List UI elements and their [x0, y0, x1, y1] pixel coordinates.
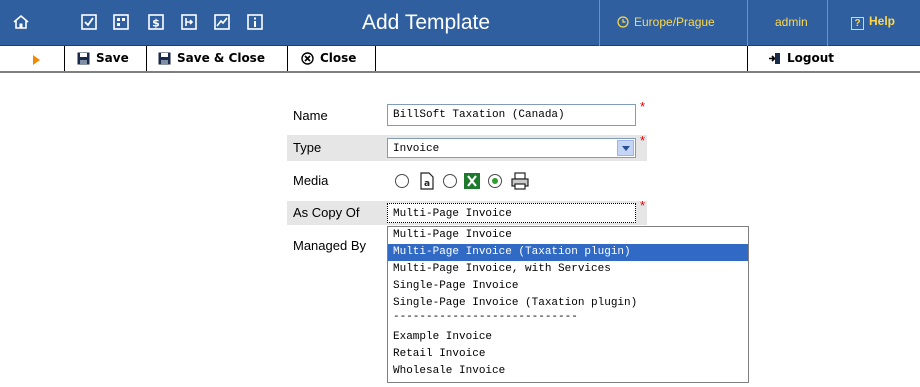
dropdown-option[interactable]: Example Invoice — [388, 329, 748, 346]
top-header: $ Add Template Europe/Prague admin ? Help — [0, 0, 920, 46]
type-value: Invoice — [393, 143, 440, 155]
type-label: Type — [293, 140, 322, 155]
user-link[interactable]: admin — [775, 15, 808, 29]
header-divider — [827, 0, 828, 46]
dropdown-option-selected[interactable]: Multi-Page Invoice (Taxation plugin) — [388, 244, 748, 261]
toolbar-divider — [747, 46, 748, 71]
logout-label: Logout — [787, 51, 835, 65]
header-divider — [599, 0, 600, 46]
printer-icon — [511, 172, 529, 190]
close-button[interactable]: Close — [301, 51, 356, 65]
save-close-label: Save & Close — [177, 51, 265, 65]
dropdown-option[interactable]: Multi-Page Invoice — [388, 227, 748, 244]
floppy-icon — [77, 52, 90, 64]
media-label: Media — [293, 173, 329, 188]
required-marker: * — [640, 133, 646, 148]
toolbar-divider — [375, 46, 376, 71]
name-input[interactable] — [387, 104, 636, 126]
required-marker: * — [640, 99, 646, 114]
as-copy-of-select[interactable]: Multi-Page Invoice — [387, 203, 636, 223]
dropdown-option[interactable]: Single-Page Invoice (Taxation plugin) — [388, 295, 748, 312]
chevron-down-icon[interactable] — [617, 140, 634, 156]
timezone-label: Europe/Prague — [634, 15, 715, 29]
timezone-link[interactable]: Europe/Prague — [617, 15, 715, 29]
type-select[interactable]: Invoice — [387, 138, 636, 158]
clock-icon — [617, 16, 629, 28]
dropdown-option[interactable]: Wholesale Invoice — [388, 363, 748, 380]
home-icon[interactable] — [12, 13, 30, 31]
media-pdf-radio[interactable] — [395, 174, 409, 188]
page-title: Add Template — [362, 11, 491, 34]
toolbar-divider — [64, 46, 65, 71]
excel-icon — [464, 173, 480, 189]
header-divider — [747, 0, 748, 46]
media-print-radio[interactable] — [488, 174, 502, 188]
dropdown-option[interactable]: Single-Page Invoice — [388, 278, 748, 295]
pdf-icon: a — [420, 172, 434, 190]
name-label: Name — [293, 108, 328, 123]
as-copy-of-label: As Copy Of — [293, 205, 360, 220]
help-icon: ? — [851, 17, 864, 30]
dropdown-option[interactable]: Retail Invoice — [388, 346, 748, 363]
media-excel-radio[interactable] — [443, 174, 457, 188]
svg-text:a: a — [424, 179, 430, 189]
info-icon[interactable] — [246, 13, 264, 31]
dropdown-option[interactable]: Multi-Page Invoice, with Services — [388, 261, 748, 278]
expand-arrow-icon[interactable] — [33, 55, 40, 65]
toolbar-divider — [287, 46, 288, 71]
export-icon[interactable] — [180, 13, 198, 31]
help-link[interactable]: ? Help — [851, 14, 895, 30]
managed-by-row: Managed By — [287, 233, 387, 259]
dropdown-separator: ---------------------------- — [393, 311, 578, 323]
logout-icon — [769, 52, 780, 64]
save-close-button[interactable]: Save & Close — [158, 51, 265, 65]
logout-button[interactable]: Logout — [768, 51, 834, 65]
chart-icon[interactable] — [213, 13, 231, 31]
required-marker: * — [640, 198, 646, 213]
close-circle-icon — [301, 51, 314, 65]
as-copy-of-dropdown: Multi-Page Invoice Multi-Page Invoice (T… — [387, 226, 749, 383]
floppy-icon — [158, 52, 171, 64]
checkbox-icon[interactable] — [80, 13, 98, 31]
svg-text:$: $ — [152, 17, 160, 30]
save-button[interactable]: Save — [77, 51, 129, 65]
managed-by-label: Managed By — [293, 238, 366, 253]
as-copy-of-value: Multi-Page Invoice — [393, 208, 512, 220]
dollar-icon[interactable]: $ — [147, 13, 165, 31]
toolbar: Save Save & Close Close Logout — [0, 46, 920, 73]
toolbar-divider — [146, 46, 147, 71]
help-label: Help — [869, 14, 896, 28]
save-label: Save — [96, 51, 129, 65]
grid-icon[interactable] — [112, 13, 130, 31]
close-label: Close — [320, 51, 357, 65]
